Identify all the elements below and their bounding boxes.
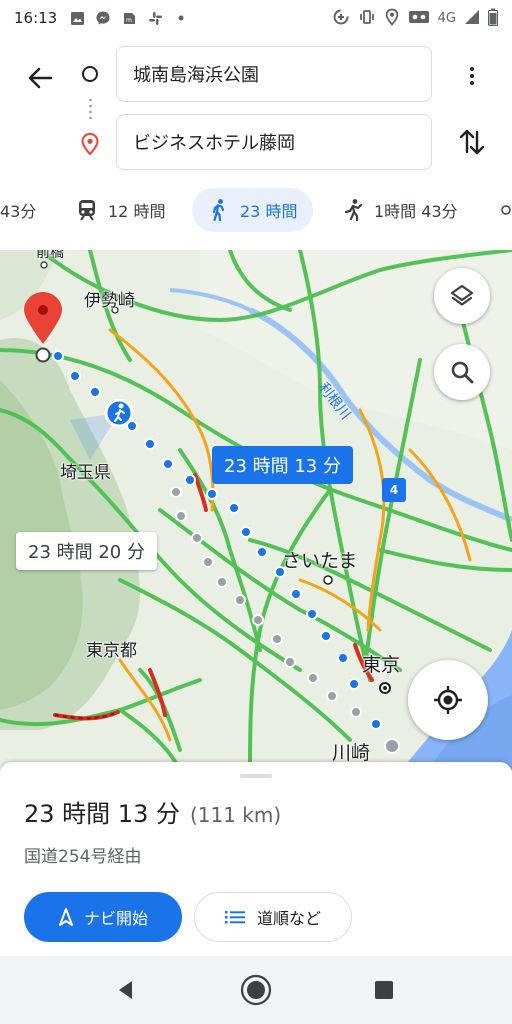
location-icon (384, 8, 400, 29)
more-vert-icon (470, 67, 474, 71)
tab-rideshare-label: 1時間 43分 (374, 202, 458, 221)
battery-icon (488, 8, 498, 29)
steps-label: 道順など (256, 909, 321, 928)
map-label-saitama-pref: 埼玉県 (60, 463, 111, 483)
route-duration-line: 23 時間 13 分 (111 km) (24, 794, 281, 829)
swap-locations-button[interactable] (456, 124, 488, 160)
network-type: 4G (437, 10, 456, 26)
tab-more-partial[interactable] (500, 188, 512, 232)
start-location-input[interactable]: 城南島海浜公園 (116, 46, 432, 102)
tab-drive-label: 43分 (0, 202, 37, 221)
map-view[interactable]: 前橋 伊勢崎 埼玉県 東京都 さいたま 東京 川崎 利根川 4 23 時間 13… (0, 250, 512, 770)
steps-button[interactable]: 道順など (194, 892, 352, 942)
route-duration: 23 時間 13 分 (24, 800, 180, 828)
voicemail-icon (408, 9, 430, 28)
route-summary-sheet: 23 時間 13 分 (111 km) 国道254号経由 ナビ開始 道順など (0, 762, 512, 956)
circle-icon (501, 205, 511, 215)
system-recents-button[interactable] (364, 970, 404, 1010)
system-home-button[interactable] (236, 970, 276, 1010)
image-icon (69, 10, 85, 26)
map-label-saitama-city: さいたま (282, 550, 358, 572)
travel-mode-tabs: 43分 12 時間 23 時間 1時間 43分 (0, 180, 512, 242)
arrow-left-icon (28, 67, 53, 89)
swap-vert-icon (459, 129, 485, 155)
home-circle-icon (240, 974, 272, 1006)
slack-icon (147, 10, 163, 26)
route-via: 国道254号経由 (24, 847, 142, 867)
train-icon (76, 198, 100, 222)
my-location-icon (434, 686, 462, 714)
back-button[interactable] (22, 60, 58, 96)
tab-walk[interactable]: 23 時間 (192, 188, 314, 232)
layers-icon (450, 284, 474, 306)
route-distance: (111 km) (189, 803, 282, 827)
search-icon (451, 361, 474, 384)
search-along-route-button[interactable] (434, 344, 490, 400)
status-time: 16:13 (14, 9, 58, 27)
maps-directions-screen: 16:13 m 4G 城南島海浜公園 ビジネスホテル藤岡 43分 12 時間 2… (0, 0, 512, 1024)
recents-square-icon (375, 981, 393, 999)
map-label-tokyo-pref: 東京都 (86, 641, 137, 661)
walk-icon (208, 198, 232, 222)
route-number-badge: 4 (382, 478, 406, 502)
map-label-tokyo: 東京 (362, 654, 401, 676)
route-connector-dots (89, 97, 92, 119)
directions-header: 城南島海浜公園 ビジネスホテル藤岡 (0, 36, 512, 180)
back-triangle-icon (119, 981, 132, 999)
layers-button[interactable] (434, 268, 490, 324)
vibrate-icon (358, 8, 376, 29)
start-navigation-button[interactable]: ナビ開始 (24, 892, 182, 942)
rideshare-icon (342, 198, 366, 222)
selected-route-callout[interactable]: 23 時間 13 分 (212, 446, 353, 484)
system-back-button[interactable] (106, 970, 146, 1010)
svg-text:m: m (126, 17, 132, 24)
tab-transit[interactable]: 12 時間 (76, 188, 165, 232)
sim-icon: m (121, 10, 137, 26)
messenger-icon (95, 10, 111, 26)
drag-handle[interactable] (240, 774, 272, 778)
status-right-icons: 4G (332, 8, 498, 29)
more-options-button[interactable] (456, 60, 488, 92)
status-bar: 16:13 m 4G (0, 0, 512, 36)
data-saver-icon (332, 8, 350, 29)
list-icon (224, 911, 245, 924)
system-nav-bar (0, 956, 512, 1024)
dot-icon (173, 10, 189, 26)
tab-walk-label: 23 時間 (240, 202, 298, 221)
navigation-arrow-icon (58, 908, 73, 926)
tab-transit-label: 12 時間 (108, 202, 166, 221)
map-label-isesaki: 伊勢崎 (84, 291, 135, 311)
map-label-kawasaki: 川崎 (332, 742, 371, 764)
tab-drive[interactable]: 43分 (0, 188, 36, 232)
start-circle-icon (82, 66, 98, 82)
start-navigation-label: ナビ開始 (83, 909, 148, 928)
signal-icon (464, 9, 480, 28)
tab-rideshare[interactable]: 1時間 43分 (342, 188, 458, 232)
map-label-maebashi: 前橋 (36, 250, 64, 261)
alternative-route-callout[interactable]: 23 時間 20 分 (16, 532, 157, 570)
my-location-button[interactable] (408, 660, 488, 740)
destination-pin-icon (80, 132, 100, 160)
destination-input[interactable]: ビジネスホテル藤岡 (116, 114, 432, 170)
